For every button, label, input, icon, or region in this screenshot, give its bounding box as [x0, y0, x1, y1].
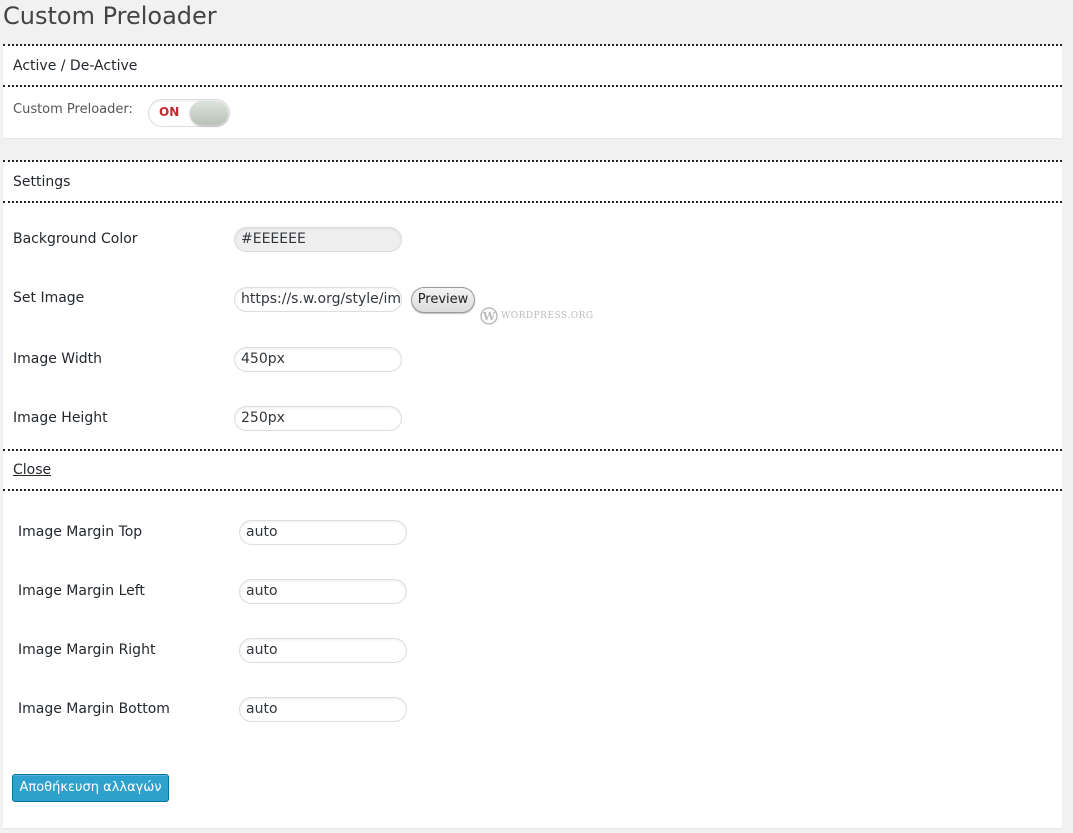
- margin-bottom-input[interactable]: auto: [239, 697, 407, 722]
- close-link[interactable]: Close: [13, 462, 51, 478]
- toggle-knob[interactable]: [190, 101, 228, 125]
- margin-right-label: Image Margin Right: [18, 642, 156, 658]
- activation-panel: Active / De-Active Custom Preloader: ON: [3, 44, 1062, 138]
- margin-left-label: Image Margin Left: [18, 583, 145, 599]
- section-divider: [3, 201, 1062, 203]
- background-color-label: Background Color: [13, 231, 138, 247]
- set-image-label: Set Image: [13, 290, 85, 306]
- page-title: Custom Preloader: [3, 2, 217, 30]
- section-divider: [3, 489, 1062, 491]
- image-width-input[interactable]: 450px: [234, 347, 402, 372]
- wordpress-logo-icon: W: [480, 307, 498, 325]
- image-width-label: Image Width: [13, 351, 102, 367]
- custom-preloader-toggle[interactable]: ON: [148, 99, 230, 127]
- margin-top-input[interactable]: auto: [239, 520, 407, 545]
- image-height-label: Image Height: [13, 410, 108, 426]
- preview-button[interactable]: Preview: [411, 287, 475, 313]
- margin-bottom-label: Image Margin Bottom: [18, 701, 170, 717]
- settings-panel: Settings Background Color #EEEEEE Set Im…: [3, 160, 1062, 828]
- save-changes-button[interactable]: Αποθήκευση αλλαγών: [12, 774, 169, 802]
- wordpress-watermark: W WORDPRESS.ORG: [480, 307, 594, 325]
- svg-text:W: W: [482, 310, 496, 323]
- background-color-input[interactable]: #EEEEEE: [234, 227, 402, 252]
- image-height-input[interactable]: 250px: [234, 406, 402, 431]
- margin-left-input[interactable]: auto: [239, 579, 407, 604]
- toggle-state-text: ON: [159, 105, 180, 119]
- custom-preloader-label: Custom Preloader:: [13, 102, 133, 117]
- section-divider: [3, 85, 1062, 87]
- section-divider: [3, 44, 1062, 46]
- section-divider: [3, 160, 1062, 162]
- set-image-input[interactable]: https://s.w.org/style/ima: [234, 287, 402, 312]
- margin-right-input[interactable]: auto: [239, 638, 407, 663]
- margin-top-label: Image Margin Top: [18, 524, 143, 540]
- section-divider: [3, 449, 1062, 451]
- settings-section-title: Settings: [13, 174, 71, 190]
- activation-section-title: Active / De-Active: [13, 58, 138, 74]
- wordpress-watermark-text: WORDPRESS.ORG: [501, 311, 594, 321]
